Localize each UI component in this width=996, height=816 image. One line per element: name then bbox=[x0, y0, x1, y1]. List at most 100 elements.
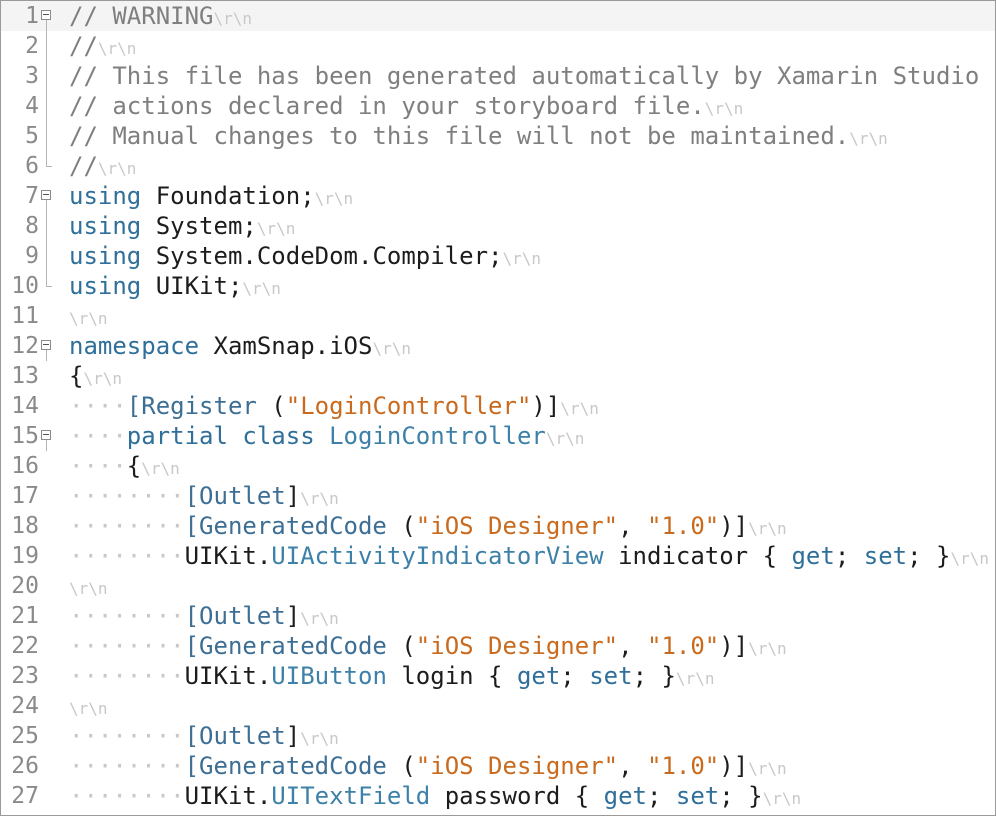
code-line[interactable]: 24 \r\n bbox=[1, 691, 995, 721]
fold-toggle-icon[interactable] bbox=[40, 421, 56, 451]
code-token: ; } bbox=[632, 662, 676, 690]
code-line[interactable]: 11 \r\n bbox=[1, 301, 995, 331]
code-line[interactable]: 18 ········[GeneratedCode ("iOS Designer"… bbox=[1, 511, 995, 541]
line-number: 23 bbox=[11, 663, 39, 689]
string-token: "1.0" bbox=[647, 632, 720, 660]
fold-end-icon bbox=[40, 271, 56, 301]
code-line[interactable]: 13 {\r\n bbox=[1, 361, 995, 391]
code-line[interactable]: 14 ····[Register ("LoginController")]\r\n bbox=[1, 391, 995, 421]
code-line[interactable]: 2 //\r\n bbox=[1, 31, 995, 61]
code-line[interactable]: 7 using Foundation;\r\n bbox=[1, 181, 995, 211]
code-line[interactable]: 9 using System.CodeDom.Compiler;\r\n bbox=[1, 241, 995, 271]
line-code[interactable]: using UIKit;\r\n bbox=[69, 271, 281, 301]
line-code[interactable]: ········[Outlet]\r\n bbox=[69, 721, 339, 751]
code-line[interactable]: 27 ········UIKit.UITextField password { g… bbox=[1, 781, 995, 811]
line-code[interactable]: using System;\r\n bbox=[69, 211, 295, 241]
line-ending-marker: \r\n bbox=[748, 639, 787, 658]
line-code[interactable]: ········[GeneratedCode ("iOS Designer", … bbox=[69, 751, 787, 781]
line-code[interactable]: ········[GeneratedCode ("iOS Designer", … bbox=[69, 511, 787, 541]
line-code[interactable]: using System.CodeDom.Compiler;\r\n bbox=[69, 241, 541, 271]
line-code[interactable]: ········[GeneratedCode ("iOS Designer", … bbox=[69, 631, 787, 661]
line-ending-marker: \r\n bbox=[83, 369, 122, 388]
comment-token: // This file has been generated automati… bbox=[69, 62, 995, 90]
code-line[interactable]: 25 ········[Outlet]\r\n bbox=[1, 721, 995, 751]
line-code[interactable]: //\r\n bbox=[69, 31, 136, 61]
line-number: 24 bbox=[11, 693, 39, 719]
code-line[interactable]: 6 //\r\n bbox=[1, 151, 995, 181]
line-number: 14 bbox=[11, 393, 39, 419]
keyword-token: partial bbox=[126, 422, 228, 450]
line-ending-marker: \r\n bbox=[256, 219, 296, 238]
line-code[interactable]: \r\n bbox=[69, 301, 108, 331]
line-code[interactable]: ········UIKit.UIButton login { get; set;… bbox=[69, 661, 714, 691]
code-editor[interactable]: 1 // WARNING\r\n 2//\r\n 3// This file has … bbox=[0, 0, 996, 816]
line-code[interactable]: \r\n bbox=[69, 571, 108, 601]
code-line[interactable]: 22 ········[GeneratedCode ("iOS Designer"… bbox=[1, 631, 995, 661]
line-code[interactable]: {\r\n bbox=[69, 361, 122, 391]
line-code[interactable]: ········[Outlet]\r\n bbox=[69, 481, 339, 511]
string-token: "iOS Designer" bbox=[415, 632, 619, 660]
code-line[interactable]: 5 // Manual changes to this file will not… bbox=[1, 121, 995, 151]
code-line[interactable]: 10 using UIKit;\r\n bbox=[1, 271, 995, 301]
code-lines[interactable]: 1 // WARNING\r\n 2//\r\n 3// This file has … bbox=[1, 1, 995, 811]
line-code[interactable]: ········UIKit.UIActivityIndicatorView in… bbox=[69, 541, 989, 571]
code-line[interactable]: 3 // This file has been generated automat… bbox=[1, 61, 995, 91]
line-number: 16 bbox=[11, 453, 39, 479]
whitespace-marker: ········ bbox=[69, 482, 185, 510]
code-line[interactable]: 12 namespace XamSnap.iOS\r\n bbox=[1, 331, 995, 361]
line-number: 11 bbox=[11, 303, 39, 329]
line-code[interactable]: ····[Register ("LoginController")]\r\n bbox=[69, 391, 599, 421]
code-line[interactable]: 4 // actions declared in your storyboard … bbox=[1, 91, 995, 121]
code-token: ] bbox=[285, 722, 301, 750]
line-code[interactable]: ········[Outlet]\r\n bbox=[69, 601, 339, 631]
fold-gutter bbox=[40, 601, 56, 631]
line-code[interactable]: ····partial class LoginController\r\n bbox=[69, 421, 584, 451]
code-line[interactable]: 21 ········[Outlet]\r\n bbox=[1, 601, 995, 631]
line-ending-marker: \r\n bbox=[502, 249, 542, 268]
code-token: System; bbox=[141, 212, 257, 240]
code-line[interactable]: 23 ········UIKit.UIButton login { get; se… bbox=[1, 661, 995, 691]
code-line[interactable]: 17 ········[Outlet]\r\n bbox=[1, 481, 995, 511]
line-number: 5 bbox=[25, 123, 39, 149]
fold-gutter bbox=[40, 511, 56, 541]
code-token: )] bbox=[531, 392, 561, 420]
line-code[interactable]: \r\n bbox=[69, 691, 108, 721]
line-number: 20 bbox=[11, 573, 39, 599]
line-number: 27 bbox=[11, 783, 39, 809]
line-code[interactable]: // This file has been generated automati… bbox=[69, 61, 995, 91]
fold-toggle-icon[interactable] bbox=[40, 181, 56, 211]
line-ending-marker: \r\n bbox=[545, 429, 585, 448]
keyword-token: set bbox=[675, 782, 720, 810]
keyword-token: set bbox=[863, 542, 908, 570]
fold-toggle-icon[interactable] bbox=[40, 331, 56, 361]
line-code[interactable]: ········UIKit.UITextField password { get… bbox=[69, 781, 801, 811]
fold-toggle-icon[interactable] bbox=[40, 1, 56, 31]
line-code[interactable]: // actions declared in your storyboard f… bbox=[69, 91, 743, 121]
line-code[interactable]: using Foundation;\r\n bbox=[69, 181, 353, 211]
string-token: "iOS Designer" bbox=[415, 752, 619, 780]
line-code[interactable]: ····{\r\n bbox=[69, 451, 180, 481]
line-ending-marker: \r\n bbox=[300, 729, 339, 748]
code-line[interactable]: 15 ····partial class LoginController\r\n bbox=[1, 421, 995, 451]
line-number: 1 bbox=[25, 3, 39, 29]
keyword-token: set bbox=[589, 662, 633, 690]
line-code[interactable]: //\r\n bbox=[69, 151, 136, 181]
code-line[interactable]: 26 ········[GeneratedCode ("iOS Designer"… bbox=[1, 751, 995, 781]
code-line[interactable]: 20 \r\n bbox=[1, 571, 995, 601]
fold-gutter bbox=[40, 721, 56, 751]
fold-gutter bbox=[40, 31, 56, 61]
code-token: UIKit; bbox=[141, 272, 243, 300]
code-line[interactable]: 8 using System;\r\n bbox=[1, 211, 995, 241]
fold-gutter bbox=[40, 571, 56, 601]
code-token: UIKit. bbox=[184, 542, 272, 570]
line-code[interactable]: // Manual changes to this file will not … bbox=[69, 121, 888, 151]
code-token: ( bbox=[386, 512, 416, 540]
code-line[interactable]: 16 ····{\r\n bbox=[1, 451, 995, 481]
whitespace-marker: ········ bbox=[69, 782, 185, 810]
code-line[interactable]: 19 ········UIKit.UIActivityIndicatorView … bbox=[1, 541, 995, 571]
line-code[interactable]: namespace XamSnap.iOS\r\n bbox=[69, 331, 411, 361]
code-line[interactable]: 1 // WARNING\r\n bbox=[1, 1, 995, 31]
line-ending-marker: \r\n bbox=[97, 39, 137, 58]
line-code[interactable]: // WARNING\r\n bbox=[69, 1, 252, 31]
keyword-token: using bbox=[69, 242, 142, 270]
